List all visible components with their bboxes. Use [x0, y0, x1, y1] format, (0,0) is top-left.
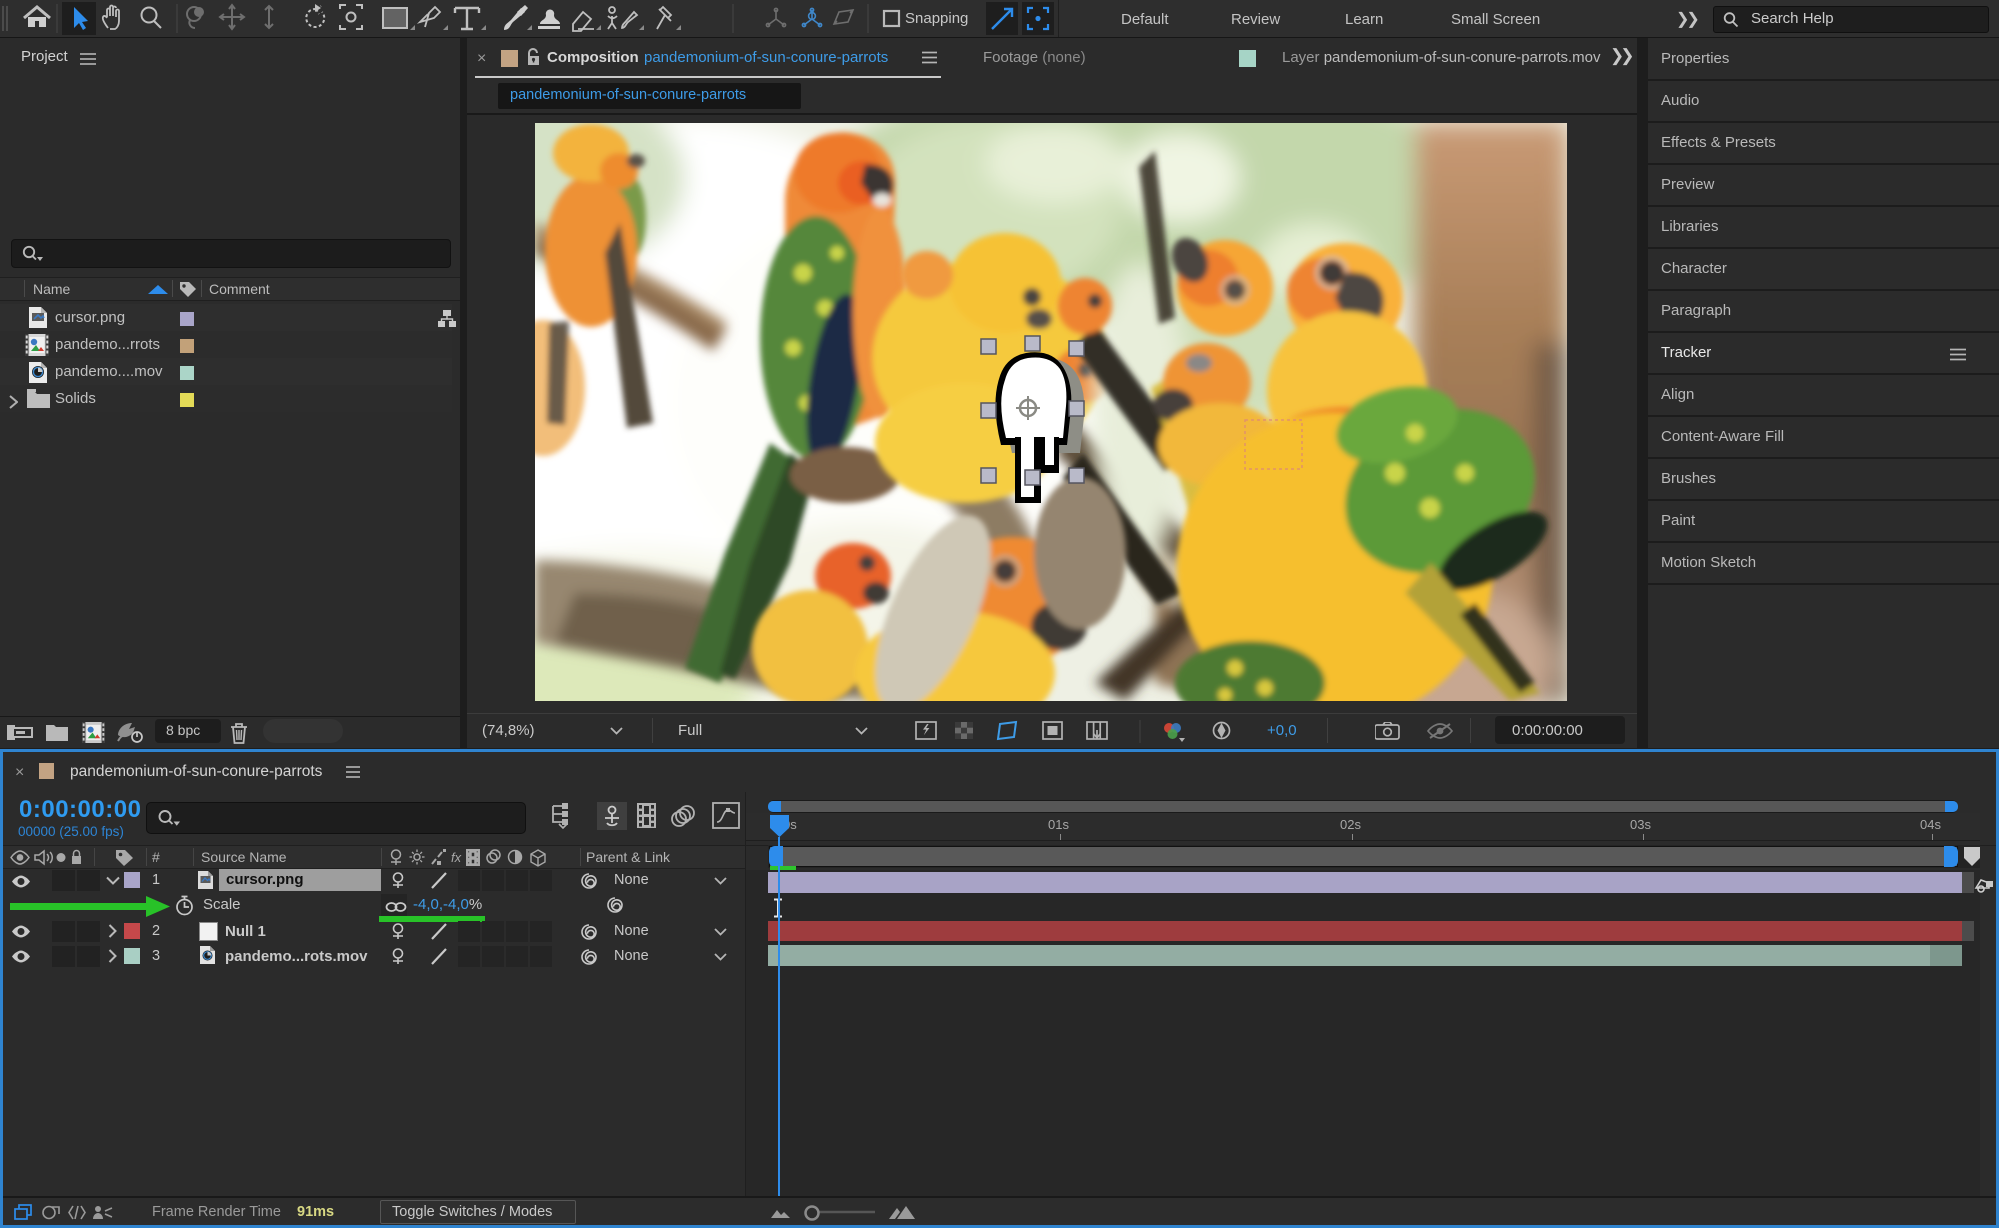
svg-text:fx: fx — [451, 850, 462, 865]
